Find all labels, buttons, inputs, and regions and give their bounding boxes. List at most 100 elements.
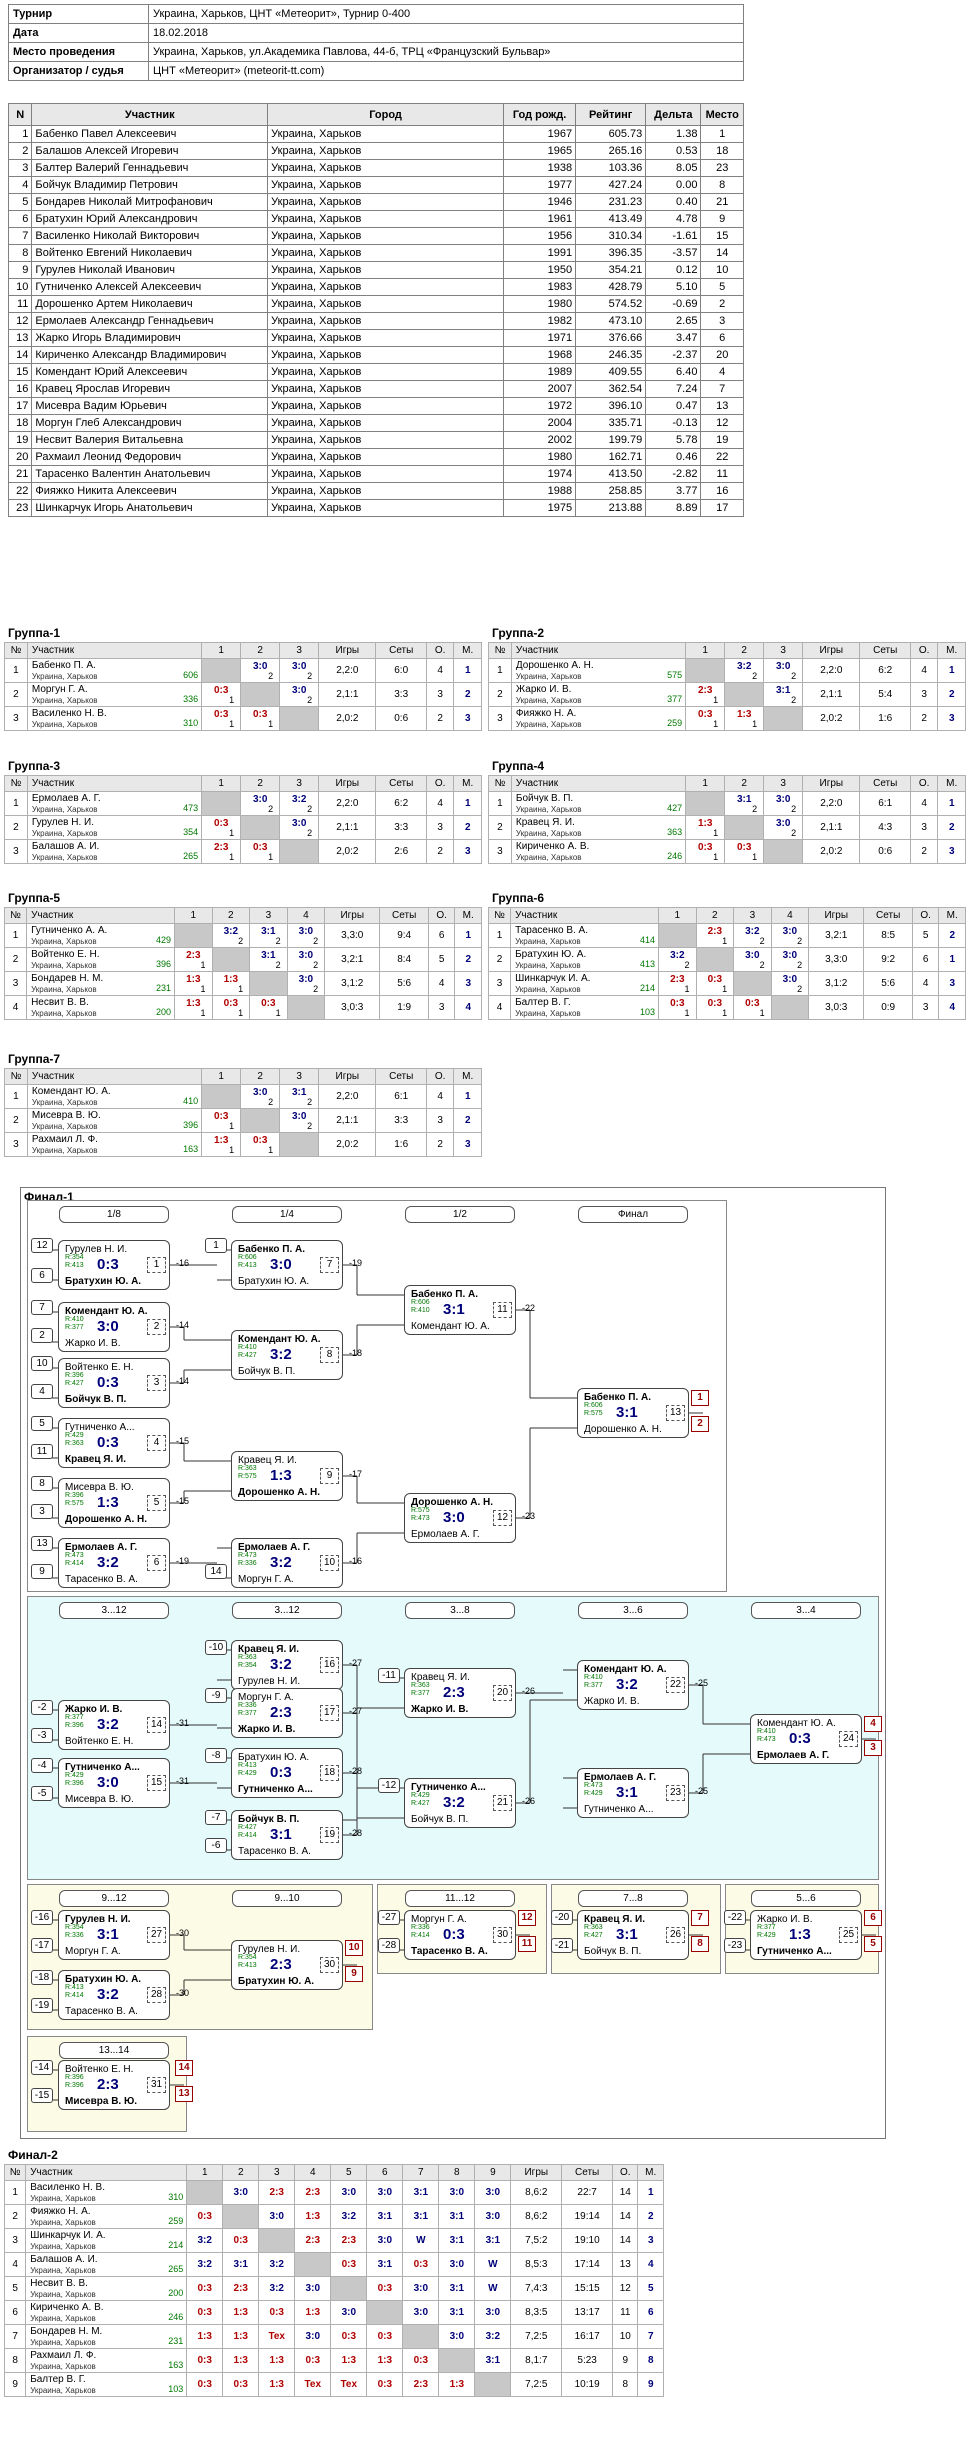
loser-link: -26 (522, 1686, 536, 1696)
seed-number: -28 (378, 1938, 400, 1953)
match-score: 1:3 (233, 2307, 248, 2318)
match-score: 3:0 (305, 2283, 320, 2294)
group-title: Группа-6 (492, 891, 545, 905)
final2-row-games: 7,2:5 (510, 2324, 563, 2349)
player-cell: Братухин Юрий Александрович (31, 210, 269, 228)
match-points: 2 (791, 694, 797, 705)
match-score: 3:2 (291, 793, 307, 805)
group-score-cell: 3:2 2 (658, 947, 697, 972)
group-header-games: Игры (808, 907, 865, 924)
match-score: 1:3 (697, 817, 713, 829)
player-cell: Жарко Игорь Владимирович (31, 329, 269, 347)
match-score: 0:3 (377, 2283, 393, 2294)
seed-number: -5 (31, 1786, 53, 1801)
match-points: 1 (268, 718, 274, 729)
match-score: 3:2 (97, 1554, 119, 1571)
match-number: 25 (839, 1927, 858, 1943)
player-cell: 1980 (502, 295, 577, 313)
match-points: 1 (238, 983, 244, 994)
player-city: Украина, Харьков (515, 1009, 581, 1018)
group-row-n: 4 (3, 995, 28, 1020)
match-score: 3:0 (449, 2187, 465, 2198)
match-score: 3:0 (775, 793, 791, 805)
final2-score-cell: 3:2 (258, 2252, 296, 2277)
final2-score-cell: 3:0 (366, 2228, 404, 2253)
group-header-games: Игры (318, 1068, 377, 1085)
match-score: 3:0 (298, 973, 314, 985)
group-header-o: О. (909, 642, 939, 659)
group-score-cell: 3:0 2 (763, 658, 804, 683)
player-rating: 414 (640, 935, 656, 945)
group-row-games: 3,1:2 (808, 971, 865, 996)
match-points: 1 (200, 959, 206, 970)
player-cell: 1961 (502, 210, 577, 228)
player2-rating: R:336 (65, 1932, 84, 1939)
player-rating: 310 (183, 718, 199, 728)
player-cell: 1988 (502, 482, 577, 500)
player-cell: 362.54 (575, 380, 647, 398)
group-row-sets: 5:6 (863, 971, 913, 996)
group-header-col: 4 (770, 907, 810, 924)
group-row-place: 1 (454, 923, 482, 948)
final2-row-games: 7,5:2 (510, 2228, 563, 2253)
match-number: 13 (666, 1405, 685, 1421)
player1-rating: R:427 (238, 1824, 257, 1831)
final2-score-cell: Tex (258, 2324, 296, 2349)
player-cell: -0.13 (645, 414, 702, 432)
group-self-cell (658, 923, 697, 948)
player-cell: 335.71 (575, 414, 647, 432)
info-row: Турнир Украина, Харьков, ЦНТ «Метеорит», … (8, 4, 744, 24)
group-header-games: Игры (324, 907, 381, 924)
match-score: 0:3 (252, 708, 268, 720)
group-row: 3 Кириченко А. В. Украина, Харьков 246 0:3 1 0… (488, 839, 966, 864)
player-city: Украина, Харьков (515, 829, 582, 838)
bracket-match: Братухин Ю. А. R:413 R:414 3:2 28 Тарасенко В… (58, 1970, 170, 2020)
group-header-col: 1 (658, 907, 697, 924)
info-row: Дата 18.02.2018 (8, 23, 744, 43)
player-city: Украина, Харьков (515, 672, 582, 681)
final2-score-cell: 0:3 (186, 2348, 224, 2373)
player-name: Василенко Н. В. (31, 708, 107, 719)
round-header: 3...4 (751, 1602, 861, 1619)
tournament-info-table: Турнир Украина, Харьков, ЦНТ «Метеорит», … (8, 4, 744, 81)
player-cell: 8.05 (645, 159, 702, 177)
match-number: 6 (147, 1555, 166, 1571)
final2-self-cell (438, 2348, 476, 2373)
match-score: 3:1 (616, 1404, 638, 1421)
round-header: 9...12 (59, 1890, 169, 1907)
match-score: 0:3 (197, 2355, 212, 2366)
match-score: 0:3 (443, 1926, 465, 1943)
player-cell: 1991 (502, 244, 577, 262)
final2-score-cell: 0:3 (222, 2372, 260, 2397)
player-rating: 377 (667, 694, 683, 704)
group-score-cell: 1:3 1 (685, 815, 726, 840)
player-cell: 0.53 (645, 142, 702, 160)
match-score: 0:3 (197, 2211, 212, 2222)
group-score-cell: 0:3 1 (685, 706, 726, 731)
group-title: Группа-7 (8, 1052, 61, 1066)
seed-number: 6 (31, 1268, 53, 1283)
group-row-player: Кириченко А. В. Украина, Харьков 246 (510, 839, 687, 864)
final2-score-cell: 0:3 (258, 2300, 296, 2325)
match-score: 1:3 (233, 2331, 248, 2342)
group-header-name: Участник (510, 642, 687, 659)
final2-self-cell (258, 2228, 296, 2253)
player-cell: Кириченко Александр Владимирович (31, 346, 269, 364)
group-header-row: № Участник 1 2 3 Игры Сеты О. М. (4, 1068, 482, 1085)
loser-link: -27 (349, 1658, 363, 1668)
player-cell: 9 (700, 210, 744, 228)
match-score: 1:3 (269, 2379, 284, 2390)
group-score-cell: 0:3 1 (201, 815, 242, 840)
loser-link: -28 (349, 1766, 363, 1776)
player-row: 23 Шинкарчук Игорь Анатольевич Украина, Ха… (7, 499, 744, 517)
group-row-o: 2 (425, 1132, 455, 1157)
match-score: 2:3 (270, 1704, 292, 1721)
seed-number: -3 (31, 1728, 53, 1743)
player-cell: 3 (700, 312, 744, 330)
player-cell: 6.40 (645, 363, 702, 381)
final2-score-cell: 0:3 (330, 2324, 368, 2349)
player-cell: 574.52 (575, 295, 647, 313)
final-place: 11 (518, 1936, 536, 1952)
group-row-n: 3 (3, 971, 28, 996)
group-row-sets: 3:3 (375, 682, 427, 707)
